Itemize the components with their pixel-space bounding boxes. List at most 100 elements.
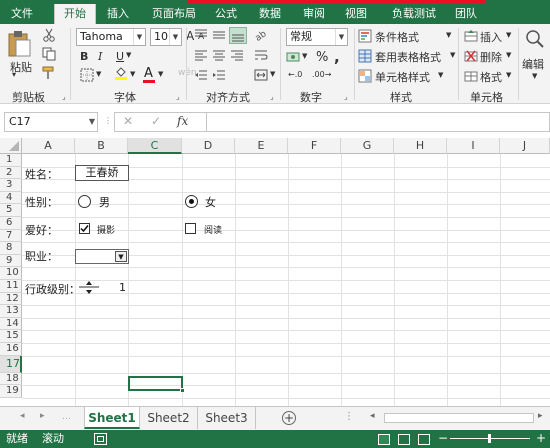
border-icon[interactable] — [80, 68, 94, 82]
tab-home[interactable]: 开始 — [54, 4, 96, 24]
paste-dropdown-icon[interactable]: ▾ — [12, 70, 16, 79]
wrap-text-icon[interactable] — [254, 48, 268, 62]
font-name-select[interactable]: Tahoma ▼ — [76, 28, 146, 46]
delete-cells-button[interactable]: 删除 ▼ — [464, 48, 516, 64]
align-middle-icon[interactable] — [212, 28, 226, 42]
column-header[interactable]: B — [75, 138, 128, 154]
decrease-indent-icon[interactable] — [194, 68, 208, 82]
merge-center-icon[interactable] — [254, 68, 268, 82]
zoom-in-icon[interactable]: + — [536, 429, 546, 447]
font-color-dropdown-icon[interactable]: ▼ — [158, 70, 163, 78]
currency-icon[interactable] — [286, 50, 300, 64]
align-center-icon[interactable] — [212, 48, 226, 62]
row-header[interactable]: 9 — [0, 254, 22, 268]
tab-view[interactable]: 视图 — [338, 4, 374, 24]
cell-styles-button[interactable]: 单元格样式 ▼ — [358, 68, 454, 84]
row-header[interactable]: 8 — [0, 242, 22, 255]
insert-function-button[interactable]: fx — [177, 114, 188, 128]
row-header[interactable]: 14 — [0, 317, 22, 331]
tab-page-layout[interactable]: 页面布局 — [146, 4, 202, 24]
page-layout-view-icon[interactable] — [398, 434, 410, 445]
number-format-select[interactable]: 常规 ▼ — [286, 28, 348, 46]
decrease-decimal-button[interactable]: .00→ — [312, 70, 331, 79]
tab-insert[interactable]: 插入 — [100, 4, 136, 24]
zoom-slider-thumb[interactable] — [488, 434, 491, 443]
fill-color-icon[interactable] — [114, 66, 128, 80]
column-header[interactable]: I — [447, 138, 500, 154]
scroll-prev-sheet-icon[interactable]: ◂ — [20, 411, 25, 421]
row-header[interactable]: 11 — [0, 280, 22, 293]
scroll-left-icon[interactable]: ◂ — [370, 411, 375, 421]
row-header[interactable]: 17 — [0, 355, 22, 373]
column-header[interactable]: C — [128, 138, 182, 154]
female-radio[interactable] — [185, 195, 198, 208]
horizontal-scrollbar[interactable] — [384, 413, 534, 423]
row-header[interactable]: 5 — [0, 204, 22, 217]
row-header[interactable]: 15 — [0, 330, 22, 343]
row-header[interactable]: 18 — [0, 372, 22, 386]
page-break-view-icon[interactable] — [418, 434, 430, 445]
zoom-out-icon[interactable]: − — [438, 429, 448, 447]
font-launcher-icon[interactable]: ⌟ — [176, 92, 180, 101]
format-as-table-button[interactable]: 套用表格格式 ▼ — [358, 48, 458, 64]
grow-font-button[interactable]: A — [186, 29, 194, 43]
row-header[interactable]: 2 — [0, 166, 22, 180]
enter-icon[interactable]: ✓ — [151, 114, 161, 128]
row-header[interactable]: 13 — [0, 305, 22, 318]
format-painter-icon[interactable] — [42, 66, 56, 80]
editing-button[interactable]: 编辑 ▼ — [522, 28, 548, 84]
paste-button[interactable]: 粘贴 — [4, 28, 34, 78]
increase-indent-icon[interactable] — [212, 68, 226, 82]
font-color-button[interactable]: A — [144, 66, 153, 81]
italic-button[interactable]: I — [98, 50, 102, 63]
alignment-launcher-icon[interactable]: ⌟ — [270, 92, 274, 101]
underline-button[interactable]: U — [116, 50, 124, 63]
job-dropdown[interactable]: ▼ — [75, 249, 129, 264]
conditional-formatting-button[interactable]: 条件格式 ▼ — [358, 28, 454, 44]
sheet-tab-sheet2[interactable]: Sheet2 — [140, 407, 198, 429]
macro-record-icon[interactable] — [94, 433, 107, 445]
row-header[interactable]: 7 — [0, 229, 22, 243]
column-header[interactable]: G — [341, 138, 394, 154]
cut-icon[interactable] — [42, 28, 56, 42]
underline-dropdown-icon[interactable]: ▼ — [126, 51, 131, 59]
hobby2-checkbox[interactable] — [185, 223, 196, 234]
tab-review[interactable]: 审阅 — [296, 4, 332, 24]
column-header[interactable]: A — [22, 138, 75, 154]
row-header[interactable]: 1 — [0, 154, 22, 167]
more-sheets-icon[interactable]: … — [62, 412, 71, 422]
column-header[interactable]: F — [288, 138, 341, 154]
align-left-icon[interactable] — [194, 48, 208, 62]
tab-data[interactable]: 数据 — [252, 4, 288, 24]
tab-team[interactable]: 团队 — [448, 4, 484, 24]
row-header[interactable]: 10 — [0, 267, 22, 280]
copy-icon[interactable] — [42, 47, 56, 61]
scroll-next-sheet-icon[interactable]: ▸ — [40, 411, 45, 421]
percent-button[interactable]: % — [316, 50, 328, 65]
male-radio[interactable] — [78, 195, 91, 208]
row-header[interactable]: 12 — [0, 292, 22, 306]
row-header[interactable]: 19 — [0, 385, 22, 398]
clipboard-launcher-icon[interactable]: ⌟ — [62, 92, 66, 101]
select-all-corner[interactable] — [0, 138, 22, 154]
name-box[interactable]: C17 ▼ — [4, 112, 98, 132]
border-dropdown-icon[interactable]: ▼ — [96, 70, 101, 78]
merge-dropdown-icon[interactable]: ▼ — [270, 70, 275, 78]
zoom-slider[interactable] — [450, 434, 530, 443]
currency-dropdown-icon[interactable]: ▼ — [302, 52, 307, 60]
sheet-tab-sheet3[interactable]: Sheet3 — [198, 407, 256, 429]
tab-formulas[interactable]: 公式 — [208, 4, 244, 24]
insert-cells-button[interactable]: 插入 ▼ — [464, 28, 516, 44]
column-header[interactable]: E — [235, 138, 288, 154]
row-header[interactable]: 4 — [0, 191, 22, 205]
orientation-icon[interactable]: ab — [254, 28, 268, 42]
format-cells-button[interactable]: 格式 ▼ — [464, 68, 516, 84]
align-bottom-button[interactable] — [229, 27, 247, 44]
font-size-select[interactable]: 10 ▼ — [150, 28, 182, 46]
tab-load-test[interactable]: 负载测试 — [384, 4, 444, 24]
column-header[interactable]: J — [500, 138, 550, 154]
column-header[interactable]: H — [394, 138, 447, 154]
fill-handle[interactable] — [180, 387, 185, 393]
row-header[interactable]: 3 — [0, 179, 22, 192]
align-right-icon[interactable] — [230, 48, 244, 62]
